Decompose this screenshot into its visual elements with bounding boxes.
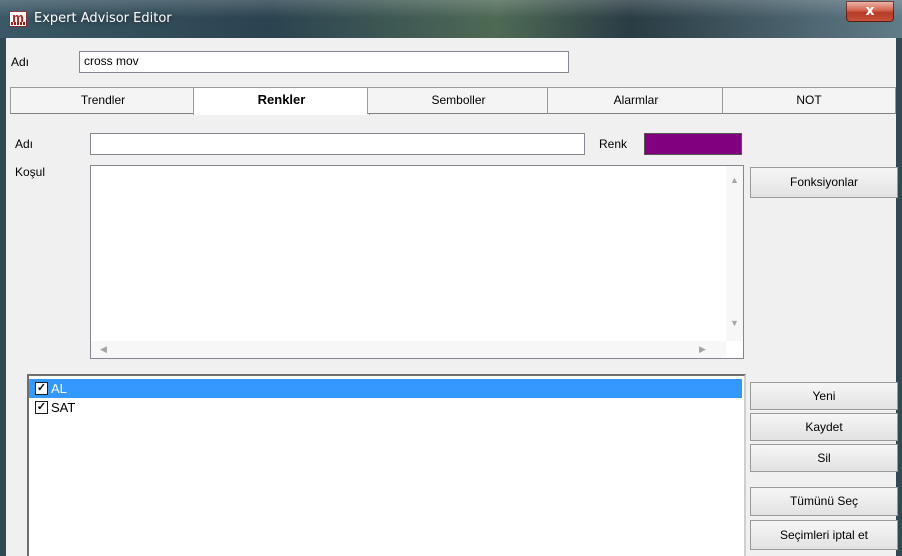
save-button[interactable]: Kaydet bbox=[750, 413, 898, 441]
condition-label: Koşul bbox=[15, 165, 46, 179]
color-label: Renk bbox=[599, 137, 628, 151]
color-name-input[interactable] bbox=[90, 133, 585, 155]
scroll-down-icon[interactable]: ▼ bbox=[730, 319, 739, 328]
scroll-right-icon[interactable]: ▶ bbox=[699, 345, 706, 354]
expert-name-input[interactable]: cross mov bbox=[79, 51, 569, 73]
deselect-all-button[interactable]: Seçimleri iptal et bbox=[750, 520, 898, 550]
condition-vertical-scrollbar[interactable]: ▲ ▼ bbox=[726, 166, 743, 341]
tab-not[interactable]: NOT bbox=[722, 87, 896, 114]
window-title: Expert Advisor Editor bbox=[34, 11, 172, 26]
list-item-al[interactable]: ✓ AL bbox=[29, 379, 742, 398]
select-all-button[interactable]: Tümünü Seç bbox=[750, 487, 898, 516]
condition-horizontal-scrollbar[interactable]: ◀ ▶ bbox=[91, 341, 726, 358]
items-listbox[interactable]: ✓ AL ✓ SAT bbox=[27, 374, 746, 556]
delete-button[interactable]: Sil bbox=[750, 444, 898, 472]
checkbox-al[interactable]: ✓ bbox=[35, 382, 48, 395]
color-swatch[interactable] bbox=[644, 133, 742, 155]
tab-trendler[interactable]: Trendler bbox=[10, 87, 196, 114]
close-button[interactable]: x bbox=[846, 1, 894, 22]
checkbox-sat[interactable]: ✓ bbox=[35, 401, 48, 414]
list-item-label: AL bbox=[51, 381, 67, 396]
tab-strip: Trendler Renkler Semboller Alarmlar NOT bbox=[10, 87, 896, 115]
condition-textarea[interactable]: ▲ ▼ ◀ ▶ bbox=[90, 165, 744, 359]
tab-renkler[interactable]: Renkler bbox=[193, 87, 370, 115]
new-button[interactable]: Yeni bbox=[750, 382, 898, 410]
scroll-left-icon[interactable]: ◀ bbox=[100, 345, 107, 354]
name-label: Adı bbox=[11, 55, 30, 69]
scroll-up-icon[interactable]: ▲ bbox=[730, 176, 739, 185]
list-item-sat[interactable]: ✓ SAT bbox=[29, 398, 742, 417]
color-name-label: Adı bbox=[15, 137, 34, 151]
window-client: Adı cross mov Trendler Renkler Semboller… bbox=[6, 38, 898, 556]
list-item-label: SAT bbox=[51, 400, 76, 415]
functions-button[interactable]: Fonksiyonlar bbox=[750, 167, 898, 198]
tab-semboller[interactable]: Semboller bbox=[367, 87, 550, 114]
tab-alarmlar[interactable]: Alarmlar bbox=[547, 87, 725, 114]
app-logo-icon: m bbox=[9, 11, 27, 27]
title-bar: m Expert Advisor Editor x bbox=[0, 0, 902, 38]
